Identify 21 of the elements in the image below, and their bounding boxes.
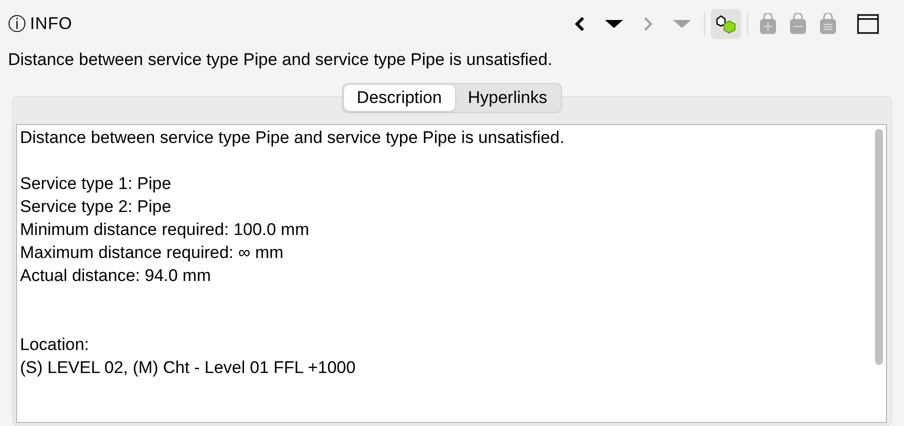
scrollbar-thumb[interactable] bbox=[875, 129, 883, 365]
description-line: Maximum distance required: ∞ mm bbox=[20, 242, 284, 264]
description-line: Service type 2: Pipe bbox=[20, 196, 172, 218]
chevron-left-icon bbox=[574, 16, 586, 32]
window-icon bbox=[857, 14, 879, 34]
summary-text: Distance between service type Pipe and service type Pipe is unsatisfied. bbox=[7, 49, 554, 71]
description-line: (S) LEVEL 02, (M) Cht - Level 01 FFL +1000 bbox=[20, 357, 357, 379]
tab[interactable]: Description bbox=[344, 85, 455, 111]
chevron-right-icon bbox=[642, 16, 654, 32]
description-line: Location: bbox=[20, 334, 90, 356]
toggle-button[interactable] bbox=[711, 9, 741, 39]
description-line: Service type 1: Pipe bbox=[20, 173, 172, 195]
tab[interactable]: Hyperlinks bbox=[454, 85, 560, 111]
description-line: Minimum distance required: 100.0 mm bbox=[20, 219, 310, 241]
cubes-icon bbox=[715, 13, 737, 35]
panel-title: INFO bbox=[30, 13, 72, 36]
caret-down-icon bbox=[605, 19, 623, 29]
caret-down-icon bbox=[673, 19, 691, 29]
description-line: Actual distance: 94.0 mm bbox=[20, 265, 212, 287]
description-line: Distance between service type Pipe and service type Pipe is unsatisfied. bbox=[20, 127, 566, 149]
info-icon: ⓘ bbox=[8, 10, 26, 38]
